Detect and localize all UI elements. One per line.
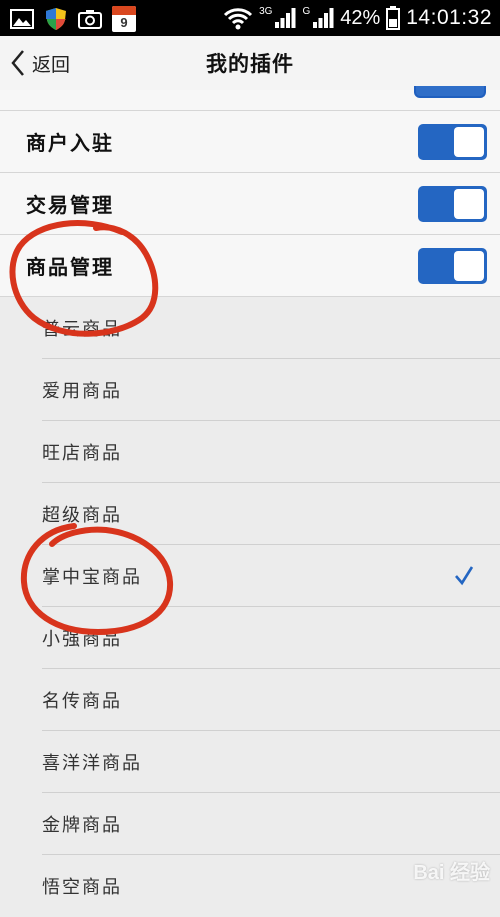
- option-item[interactable]: 小强商品: [0, 607, 500, 669]
- camera-icon: [78, 10, 102, 29]
- network-type-a: 3G: [259, 5, 273, 17]
- option-label: 掌中宝商品: [42, 567, 142, 588]
- page-title: 我的插件: [206, 52, 294, 76]
- option-item[interactable]: 超级商品: [0, 483, 500, 545]
- shield-icon: [46, 8, 66, 30]
- option-label: 喜洋洋商品: [42, 753, 142, 774]
- wifi-icon: [224, 8, 253, 30]
- status-bar: 9 3G G 42% 14:01:32: [0, 0, 500, 36]
- toggle-switch[interactable]: [418, 124, 487, 160]
- option-label: 超级商品: [42, 505, 122, 526]
- option-item[interactable]: 爱用商品: [0, 359, 500, 421]
- clock: 14:01:32: [406, 6, 492, 29]
- toggle-row-label: 商户入驻: [26, 131, 114, 155]
- watermark: Bai 经验: [413, 862, 490, 884]
- calendar-icon: 9: [112, 6, 136, 32]
- list-item-partial: [0, 86, 500, 111]
- checkmark-icon: [455, 566, 474, 586]
- toggle-row-label: 交易管理: [26, 193, 114, 217]
- option-label: 爱用商品: [42, 381, 122, 402]
- option-label: 普云商品: [42, 319, 122, 340]
- option-item-selected[interactable]: 掌中宝商品: [0, 545, 500, 607]
- option-label: 悟空商品: [42, 877, 122, 898]
- toggle-switch[interactable]: [418, 186, 487, 222]
- option-label: 小强商品: [42, 629, 122, 650]
- app-header: 返回 我的插件: [0, 36, 500, 90]
- toggle-row-product-management[interactable]: 商品管理: [0, 235, 500, 297]
- calendar-day: 9: [120, 15, 128, 30]
- signal-icon: [313, 8, 334, 28]
- toggle-row-merchant-entry[interactable]: 商户入驻: [0, 111, 500, 173]
- option-label: 金牌商品: [42, 815, 122, 836]
- switch-knob: [454, 189, 484, 219]
- battery-percent: 42%: [340, 6, 381, 29]
- toggle-switch-partial[interactable]: [414, 86, 486, 98]
- toggle-row-trade-management[interactable]: 交易管理: [0, 173, 500, 235]
- option-item[interactable]: 普云商品: [0, 297, 500, 359]
- toggle-switch[interactable]: [418, 248, 487, 284]
- switch-knob: [454, 251, 484, 281]
- option-item[interactable]: 金牌商品: [0, 793, 500, 855]
- toggle-row-label: 商品管理: [26, 255, 114, 279]
- option-label: 旺店商品: [42, 443, 122, 464]
- switch-knob: [454, 127, 484, 157]
- signal-icon: [275, 8, 296, 28]
- network-type-b: G: [302, 5, 311, 17]
- option-item[interactable]: 名传商品: [0, 669, 500, 731]
- option-item[interactable]: 喜洋洋商品: [0, 731, 500, 793]
- option-item[interactable]: 旺店商品: [0, 421, 500, 483]
- gallery-icon: [10, 9, 34, 29]
- battery-icon: [386, 6, 401, 30]
- option-label: 名传商品: [42, 691, 122, 712]
